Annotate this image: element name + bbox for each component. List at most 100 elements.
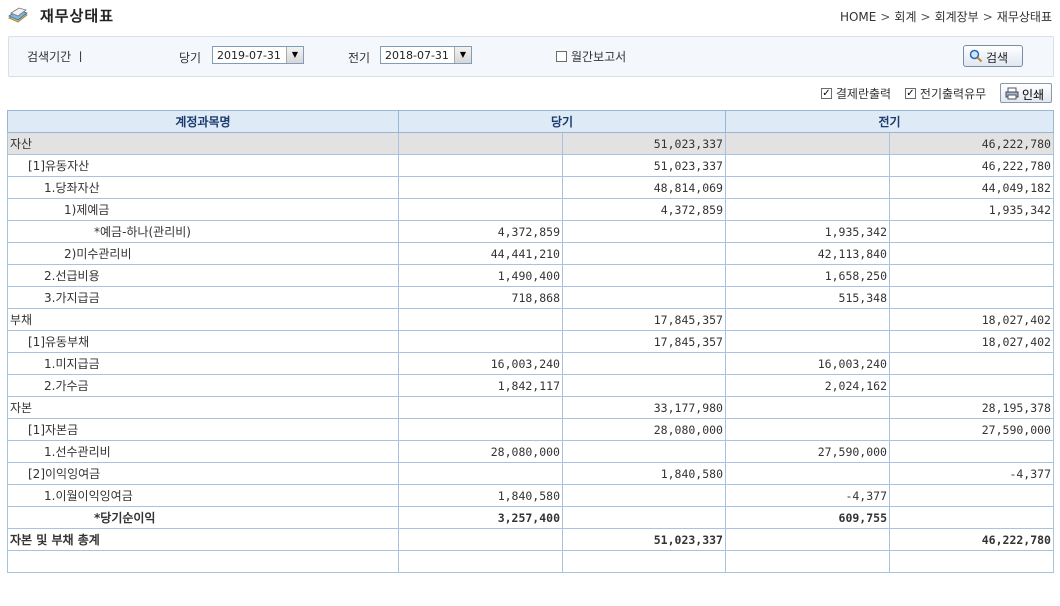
table-row: 자본 33,177,980 28,195,378 [7, 396, 1054, 419]
account-cell: 1.선수관리비 [7, 440, 399, 463]
table-row: 1)제예금 4,372,859 1,935,342 [7, 198, 1054, 221]
current-detail-cell: 28,080,000 [398, 440, 563, 463]
printer-icon [1005, 87, 1019, 103]
magnifier-icon [969, 49, 983, 66]
prior-total-cell: 46,222,780 [889, 132, 1054, 155]
monthly-report-checkbox[interactable] [556, 51, 567, 62]
table-body: 자산 51,023,337 46,222,780 [1]유동자산 51,023,337 4… [7, 132, 1054, 573]
prior-detail-cell [725, 396, 890, 419]
account-cell: 1.이월이익잉여금 [7, 484, 399, 507]
table-row: 2.선급비용 1,490,400 1,658,250 [7, 264, 1054, 287]
prior-detail-cell: 609,755 [725, 506, 890, 529]
breadcrumb-accounting[interactable]: 회계 [894, 8, 916, 25]
account-cell: 1.당좌자산 [7, 176, 399, 199]
current-total-cell [562, 484, 726, 507]
prior-detail-cell: 16,003,240 [725, 352, 890, 375]
table-row: 3.가지급금 718,868 515,348 [7, 286, 1054, 309]
current-detail-cell: 44,441,210 [398, 242, 563, 265]
current-total-cell: 33,177,980 [562, 396, 726, 419]
search-button-label: 검색 [986, 51, 1009, 65]
account-cell: 3.가지급금 [7, 286, 399, 309]
table-row: 1.당좌자산 48,814,069 44,049,182 [7, 176, 1054, 199]
prior-period-label: 전기 [348, 51, 371, 65]
current-date-select[interactable]: 2019-07-31 ▼ [212, 46, 304, 64]
account-cell: *예금-하나(관리비) [7, 220, 399, 243]
current-total-cell [562, 264, 726, 287]
prior-print-option[interactable]: ✓ 전기출력유무 [904, 85, 986, 102]
current-detail-cell: 1,842,117 [398, 374, 563, 397]
account-cell: 2)미수관리비 [7, 242, 399, 265]
approval-print-option[interactable]: ✓ 결제란출력 [820, 85, 892, 102]
current-total-cell [562, 352, 726, 375]
current-detail-cell: 16,003,240 [398, 352, 563, 375]
prior-detail-cell: 515,348 [725, 286, 890, 309]
prior-detail-cell [725, 132, 890, 155]
current-detail-cell [398, 308, 563, 331]
prior-total-cell: 46,222,780 [889, 154, 1054, 177]
account-cell: 1)제예금 [7, 198, 399, 221]
prior-total-cell: 18,027,402 [889, 308, 1054, 331]
prior-detail-cell: 2,024,162 [725, 374, 890, 397]
current-detail-cell [398, 132, 563, 155]
book-icon [8, 6, 28, 24]
current-total-cell [562, 286, 726, 309]
current-detail-cell [398, 176, 563, 199]
current-total-cell: 48,814,069 [562, 176, 726, 199]
table-row: [1]자본금 28,080,000 27,590,000 [7, 418, 1054, 441]
current-total-cell: 17,845,357 [562, 330, 726, 353]
print-button-label: 인쇄 [1022, 88, 1045, 102]
account-cell: 1.미지급금 [7, 352, 399, 375]
monthly-report-label: 월간보고서 [571, 50, 627, 64]
monthly-report-option[interactable]: 월간보고서 [556, 48, 626, 65]
table-row: 자산 51,023,337 46,222,780 [7, 132, 1054, 155]
current-total-cell: 51,023,337 [562, 132, 726, 155]
column-header-prior: 전기 [725, 110, 1054, 133]
breadcrumb-home[interactable]: HOME [840, 10, 876, 24]
column-header-account: 계정과목명 [7, 110, 399, 133]
prior-detail-cell [725, 528, 890, 551]
prior-total-cell: 46,222,780 [889, 528, 1054, 551]
prior-total-cell [889, 286, 1054, 309]
account-cell: [1]유동자산 [7, 154, 399, 177]
prior-print-checkbox[interactable]: ✓ [904, 87, 916, 99]
current-detail-cell [398, 330, 563, 353]
prior-date-value: 2018-07-31 [385, 49, 449, 62]
table-header-row: 계정과목명 당기 전기 [7, 110, 1054, 133]
current-detail-cell [398, 396, 563, 419]
account-cell: [2]이익잉여금 [7, 462, 399, 485]
print-button[interactable]: 인쇄 [1000, 83, 1052, 103]
chevron-down-icon[interactable]: ▼ [286, 47, 303, 63]
page-title: 재무상태표 [40, 7, 115, 25]
current-detail-cell [398, 462, 563, 485]
current-period-label: 당기 [179, 51, 202, 65]
account-cell: *당기순이익 [7, 506, 399, 529]
breadcrumb-ledger[interactable]: 회계장부 [935, 8, 979, 25]
current-detail-cell: 3,257,400 [398, 506, 563, 529]
current-detail-cell [398, 198, 563, 221]
current-detail-cell [398, 550, 563, 573]
table-row: [1]유동자산 51,023,337 46,222,780 [7, 154, 1054, 177]
table-row: *예금-하나(관리비) 4,372,859 1,935,342 [7, 220, 1054, 243]
account-cell: [1]자본금 [7, 418, 399, 441]
current-detail-cell [398, 418, 563, 441]
chevron-down-icon[interactable]: ▼ [454, 47, 471, 63]
table-row: [2]이익잉여금 1,840,580 -4,377 [7, 462, 1054, 485]
prior-detail-cell: -4,377 [725, 484, 890, 507]
prior-date-select[interactable]: 2018-07-31 ▼ [380, 46, 472, 64]
current-total-cell [562, 374, 726, 397]
prior-detail-cell [725, 176, 890, 199]
search-button[interactable]: 검색 [963, 45, 1023, 67]
prior-total-cell [889, 440, 1054, 463]
table-row: 2.가수금 1,842,117 2,024,162 [7, 374, 1054, 397]
current-detail-cell [398, 154, 563, 177]
account-cell: 2.선급비용 [7, 264, 399, 287]
account-cell: 자본 [7, 396, 399, 419]
table-row: 부채 17,845,357 18,027,402 [7, 308, 1054, 331]
prior-detail-cell [725, 330, 890, 353]
approval-print-checkbox[interactable]: ✓ [820, 87, 832, 99]
table-row: 1.선수관리비 28,080,000 27,590,000 [7, 440, 1054, 463]
account-cell: 자본 및 부채 총계 [7, 528, 399, 551]
account-cell: 2.가수금 [7, 374, 399, 397]
table-row: 1.미지급금 16,003,240 16,003,240 [7, 352, 1054, 375]
approval-print-label: 결제란출력 [835, 86, 892, 101]
